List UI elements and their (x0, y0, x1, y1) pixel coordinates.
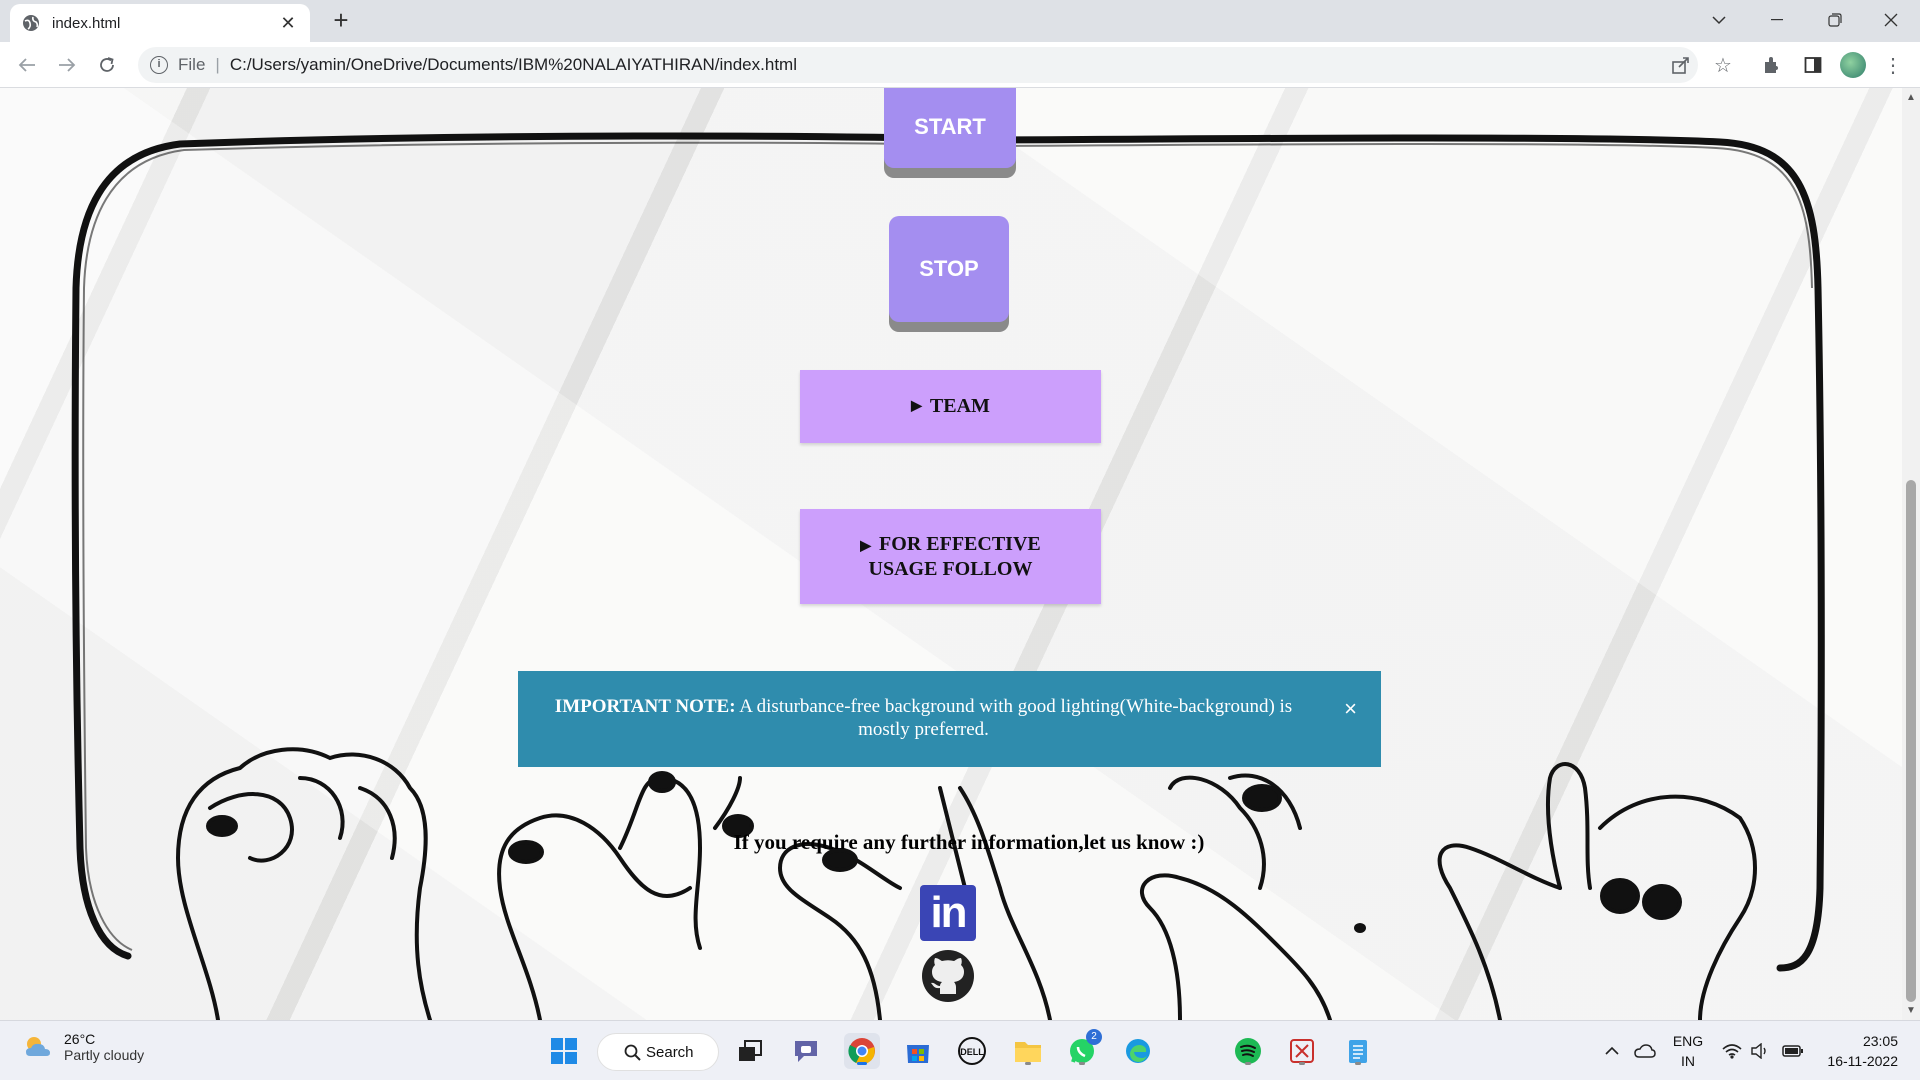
close-window-button[interactable] (1862, 0, 1920, 40)
url-separator: | (215, 55, 220, 74)
globe-icon (22, 14, 40, 32)
partly-cloudy-icon (26, 1037, 50, 1056)
battery-icon[interactable] (1782, 1021, 1804, 1080)
alert-title: IMPORTANT NOTE: (554, 696, 736, 717)
disclosure-triangle-icon: ▶ (860, 538, 872, 554)
new-tab-button[interactable]: + (326, 6, 356, 36)
clock-time: 23:05 (1862, 1033, 1898, 1049)
chrome-icon[interactable] (844, 1033, 880, 1069)
running-indicator (1245, 1062, 1251, 1065)
linkedin-text: in (930, 888, 967, 937)
profile-avatar[interactable] (1840, 52, 1866, 78)
language-indicator[interactable]: ENG IN (1670, 1031, 1706, 1071)
extensions-icon[interactable] (1758, 52, 1784, 78)
file-explorer-icon[interactable] (1010, 1033, 1046, 1069)
alert-close-icon[interactable]: × (1344, 697, 1357, 720)
running-indicator (1299, 1062, 1305, 1065)
bookmark-star-icon[interactable]: ☆ (1712, 54, 1734, 77)
weather-widget[interactable]: 26°C Partly cloudy (22, 1031, 144, 1063)
menu-kebab-icon[interactable]: ⋮ (1880, 52, 1906, 78)
search-icon (624, 1044, 641, 1061)
share-icon[interactable] (1670, 54, 1692, 76)
page-viewport: START STOP ▶ TEAM ▶ FOR EFFECTIVE USAGE F… (0, 88, 1902, 1020)
page-scrollbar[interactable]: ▲ ▼ (1902, 88, 1920, 1020)
system-clock[interactable]: 23:05 16-11-2022 (1818, 1031, 1898, 1071)
running-indicator (1079, 1062, 1085, 1065)
url-scheme: File (178, 55, 206, 74)
weather-condition: Partly cloudy (64, 1047, 145, 1063)
important-note-alert: IMPORTANT NOTE: A disturbance-free backg… (518, 671, 1381, 767)
scroll-up-icon[interactable]: ▲ (1906, 92, 1916, 103)
browser-toolbar: i File | C:/Users/yamin/OneDrive/Documen… (0, 42, 1920, 88)
tab-index[interactable]: index.html ✕ (10, 4, 310, 42)
active-indicator (857, 1062, 867, 1065)
stop-button[interactable]: STOP (889, 216, 1009, 322)
contact-prompt: If you require any further information,l… (733, 830, 1205, 854)
tab-close-icon[interactable]: ✕ (278, 13, 298, 34)
forward-icon[interactable] (52, 50, 82, 80)
onedrive-cloud-icon[interactable] (1634, 1021, 1656, 1080)
windows-taskbar: 26°C Partly cloudy Search DELL 2 ENG IN … (0, 1020, 1920, 1080)
windows-start-icon[interactable] (546, 1033, 582, 1069)
language-bottom: IN (1681, 1053, 1695, 1069)
edge-icon[interactable] (1120, 1033, 1156, 1069)
alert-text: A disturbance-free background with good … (735, 696, 1293, 740)
snipping-tool-icon[interactable] (1284, 1033, 1320, 1069)
tab-strip: index.html ✕ + (0, 0, 1920, 42)
minimize-button[interactable] (1748, 0, 1806, 40)
linkedin-icon[interactable]: in (920, 885, 976, 941)
team-details-toggle[interactable]: ▶ TEAM (800, 370, 1101, 443)
microsoft-store-icon[interactable] (900, 1033, 936, 1069)
running-indicator (1025, 1062, 1031, 1065)
svg-text:DELL: DELL (960, 1047, 984, 1057)
running-indicator (1355, 1062, 1361, 1065)
disclosure-triangle-icon: ▶ (911, 399, 922, 414)
notification-badge: 2 (1086, 1029, 1102, 1045)
volume-icon[interactable] (1750, 1021, 1770, 1080)
url-text: C:/Users/yamin/OneDrive/Documents/IBM%20… (229, 55, 797, 74)
task-view-icon[interactable] (732, 1033, 768, 1069)
side-panel-icon[interactable] (1800, 52, 1826, 78)
show-hidden-icons-chevron-icon[interactable] (1604, 1021, 1620, 1080)
taskbar-search[interactable]: Search (597, 1033, 719, 1071)
notepad-icon[interactable] (1340, 1033, 1376, 1069)
team-label: TEAM (929, 395, 990, 417)
language-top: ENG (1672, 1033, 1704, 1049)
reload-icon[interactable] (92, 50, 122, 80)
usage-details-toggle[interactable]: ▶ FOR EFFECTIVE USAGE FOLLOW (800, 509, 1101, 604)
info-icon[interactable]: i (150, 56, 168, 74)
tab-search-chevron-icon[interactable] (1690, 0, 1748, 40)
search-label: Search (646, 1043, 694, 1061)
tab-title: index.html (52, 14, 121, 32)
teams-chat-icon[interactable] (788, 1033, 824, 1069)
back-icon[interactable] (12, 50, 42, 80)
usage-label: FOR EFFECTIVE USAGE FOLLOW (868, 532, 1041, 580)
restore-button[interactable] (1806, 0, 1864, 40)
temperature: 26°C (64, 1031, 96, 1047)
dell-icon[interactable]: DELL (954, 1033, 990, 1069)
start-button[interactable]: START (884, 88, 1016, 168)
spotify-icon[interactable] (1230, 1033, 1266, 1069)
whatsapp-icon[interactable]: 2 (1064, 1029, 1102, 1069)
address-bar[interactable]: i File | C:/Users/yamin/OneDrive/Documen… (138, 47, 1698, 83)
scrollbar-thumb[interactable] (1906, 480, 1916, 1002)
wifi-icon[interactable] (1722, 1021, 1742, 1080)
github-icon[interactable] (920, 948, 976, 1004)
clock-date: 16-11-2022 (1827, 1053, 1898, 1069)
scroll-down-icon[interactable]: ▼ (1906, 1005, 1916, 1016)
